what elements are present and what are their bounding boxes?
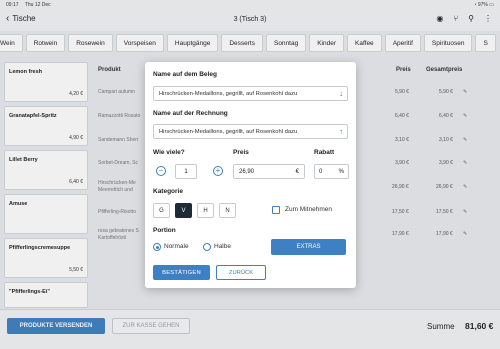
arrow-up-icon: ↑ — [339, 127, 343, 136]
category-g-button[interactable]: G — [153, 203, 170, 218]
plus-button[interactable]: + — [213, 166, 223, 176]
beleg-name-select[interactable]: Hirschrücken-Medaillons, gegrillt, auf R… — [153, 86, 348, 101]
takeaway-checkbox[interactable] — [272, 206, 280, 214]
rechnung-label: Name auf der Rechnung — [153, 110, 228, 117]
price-field[interactable]: 26,90 € — [233, 164, 305, 179]
arrow-down-icon: ↓ — [339, 89, 343, 98]
category-v-button[interactable]: V — [175, 203, 192, 218]
percent-unit: % — [338, 168, 344, 175]
discount-value: 0 — [319, 168, 323, 175]
category-n-button[interactable]: N — [219, 203, 236, 218]
category-h-button[interactable]: H — [197, 203, 214, 218]
price-label: Preis — [233, 149, 249, 156]
discount-field[interactable]: 0 % — [314, 164, 349, 179]
plus-icon: + — [215, 166, 221, 175]
edit-product-dialog: Name auf dem Beleg Hirschrücken-Medaillo… — [145, 62, 356, 288]
discount-label: Rabatt — [314, 149, 335, 156]
portion-half-label: Halbe — [214, 243, 231, 250]
portion-normal-radio[interactable] — [153, 243, 161, 251]
quantity-field[interactable]: 1 — [175, 164, 197, 179]
beleg-name-value: Hirschrücken-Medaillons, gegrillt, auf R… — [159, 90, 298, 97]
confirm-button[interactable]: BESTÄTIGEN — [153, 265, 210, 280]
back-dialog-button[interactable]: ZURÜCK — [216, 265, 266, 280]
extras-button[interactable]: EXTRAS — [271, 239, 346, 255]
portion-label: Portion — [153, 227, 176, 234]
beleg-label: Name auf dem Beleg — [153, 71, 217, 78]
minus-button[interactable]: − — [156, 166, 166, 176]
takeaway-label: Zum Mitnehmen — [285, 206, 332, 213]
minus-icon: − — [158, 166, 164, 175]
quantity-label: Wie viele? — [153, 149, 185, 156]
rechnung-name-select[interactable]: Hirschrücken-Medaillons, gegrillt, auf R… — [153, 124, 348, 139]
portion-half-radio[interactable] — [203, 243, 211, 251]
euro-unit: € — [295, 168, 299, 175]
portion-normal-label: Normale — [164, 243, 189, 250]
category-label: Kategorie — [153, 188, 183, 195]
rechnung-name-value: Hirschrücken-Medaillons, gegrillt, auf R… — [159, 128, 298, 135]
price-value: 26,90 — [239, 168, 255, 175]
